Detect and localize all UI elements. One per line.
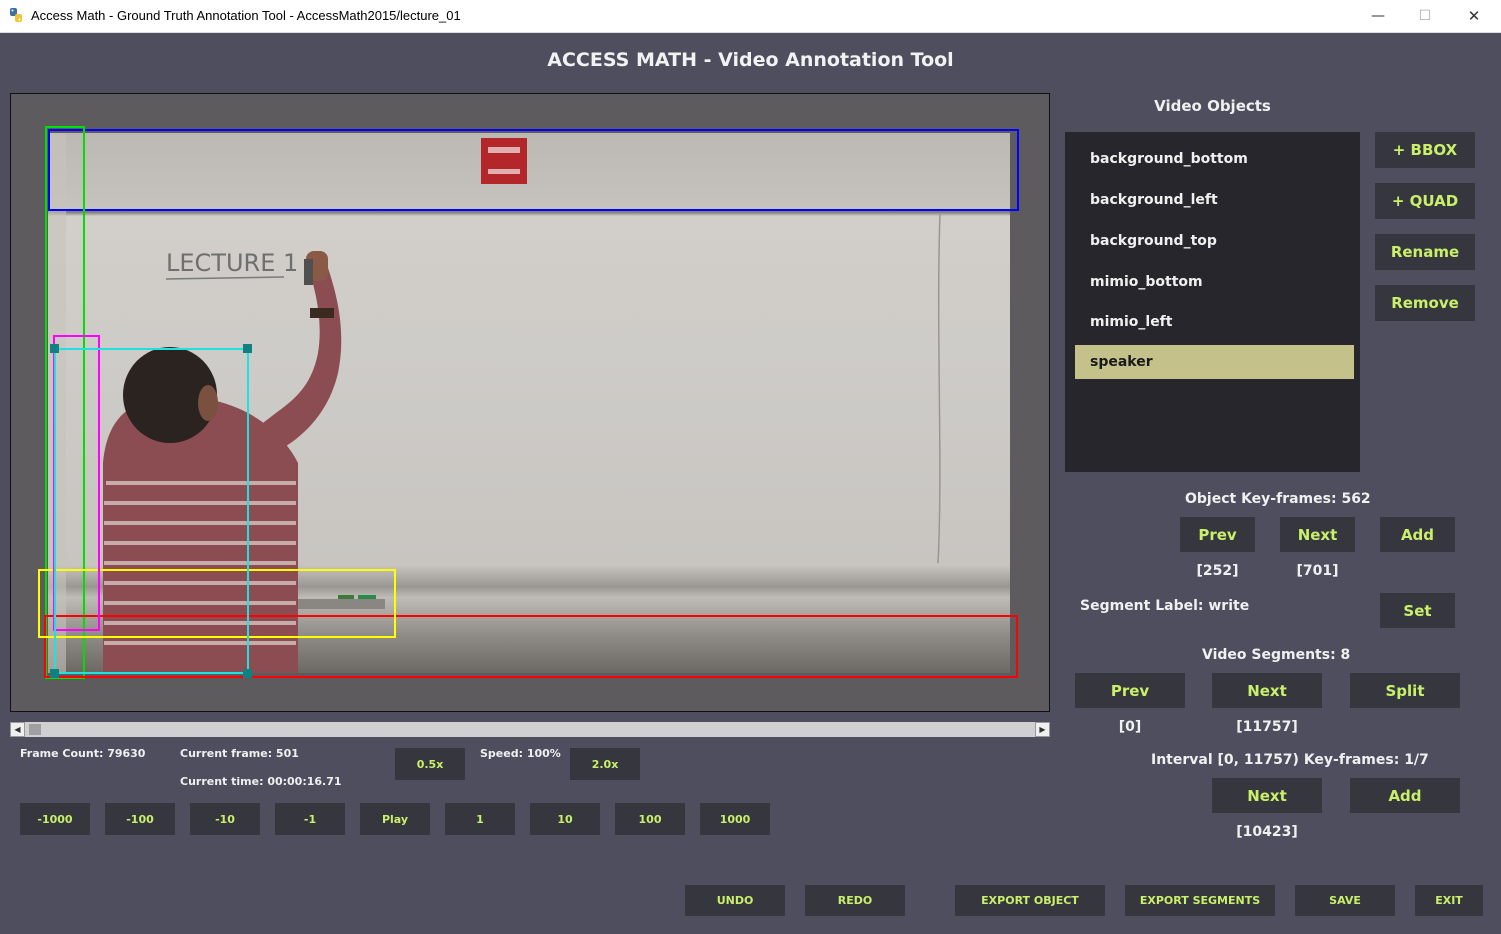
bbox-handle-top-left[interactable] <box>50 344 59 353</box>
close-button[interactable]: ✕ <box>1451 0 1497 31</box>
seek-plus-1-button[interactable]: 1 <box>445 803 515 835</box>
seek-minus-1000-button[interactable]: -1000 <box>20 803 90 835</box>
object-item-mimio-left[interactable]: mimio_left <box>1075 305 1354 339</box>
seek-plus-1000-button[interactable]: 1000 <box>700 803 770 835</box>
maximize-button[interactable]: ☐ <box>1402 0 1448 31</box>
bbox-handle-top-right[interactable] <box>243 344 252 353</box>
rename-button[interactable]: Rename <box>1375 234 1475 270</box>
timeline-scrollbar[interactable]: ◀ ▶ <box>10 722 1050 737</box>
video-segments-label: Video Segments: 8 <box>1202 647 1351 663</box>
export-segments-button[interactable]: EXPORT SEGMENTS <box>1125 885 1275 916</box>
object-item-background-left[interactable]: background_left <box>1075 183 1354 217</box>
object-item-background-bottom[interactable]: background_bottom <box>1075 142 1354 176</box>
interval-next-button[interactable]: Next <box>1212 778 1322 813</box>
window-title: Access Math - Ground Truth Annotation To… <box>31 8 461 23</box>
board-writing: LECTURE 1 <box>166 249 298 277</box>
object-item-mimio-bottom[interactable]: mimio_bottom <box>1075 265 1354 299</box>
seek-plus-10-button[interactable]: 10 <box>530 803 600 835</box>
exit-button[interactable]: EXIT <box>1415 885 1483 916</box>
interval-add-button[interactable]: Add <box>1350 778 1460 813</box>
current-frame-label: Current frame: 501 <box>180 747 299 760</box>
segment-next-value: [11757] <box>1236 719 1298 735</box>
interval-next-value: [10423] <box>1236 824 1298 840</box>
redo-button[interactable]: REDO <box>805 885 905 916</box>
bbox-handle-bottom-left[interactable] <box>50 669 59 678</box>
bbox-handle-bottom-right[interactable] <box>243 669 252 678</box>
seek-plus-100-button[interactable]: 100 <box>615 803 685 835</box>
save-button[interactable]: SAVE <box>1295 885 1395 916</box>
segment-split-button[interactable]: Split <box>1350 673 1460 708</box>
bbox-background-top[interactable] <box>48 129 1019 211</box>
keyframe-add-button[interactable]: Add <box>1380 517 1455 552</box>
speed-label: Speed: 100% <box>480 747 561 760</box>
play-button[interactable]: Play <box>360 803 430 835</box>
export-object-button[interactable]: EXPORT OBJECT <box>955 885 1105 916</box>
scroll-right-arrow-icon[interactable]: ▶ <box>1035 722 1050 737</box>
segment-prev-value: [0] <box>1118 719 1142 735</box>
object-item-background-top[interactable]: background_top <box>1075 224 1354 258</box>
keyframe-prev-button[interactable]: Prev <box>1180 517 1255 552</box>
segment-label-text: Segment Label: write <box>1080 598 1250 614</box>
bbox-speaker[interactable] <box>54 348 249 674</box>
segment-label-set-button[interactable]: Set <box>1380 593 1455 628</box>
remove-button[interactable]: Remove <box>1375 285 1475 321</box>
add-quad-button[interactable]: + QUAD <box>1375 183 1475 219</box>
timeline-thumb[interactable] <box>29 724 41 735</box>
speed-slower-button[interactable]: 0.5x <box>395 748 465 780</box>
object-keyframes-label: Object Key-frames: 562 <box>1185 491 1371 507</box>
add-bbox-button[interactable]: + BBOX <box>1375 132 1475 168</box>
seek-minus-1-button[interactable]: -1 <box>275 803 345 835</box>
undo-button[interactable]: UNDO <box>685 885 785 916</box>
keyframe-prev-value: [252] <box>1196 563 1239 579</box>
interval-keyframes-label: Interval [0, 11757) Key-frames: 1/7 <box>1151 752 1429 768</box>
keyframe-next-button[interactable]: Next <box>1280 517 1355 552</box>
video-objects-title: Video Objects <box>1154 97 1271 115</box>
scroll-left-arrow-icon[interactable]: ◀ <box>10 722 25 737</box>
python-app-icon <box>10 8 22 22</box>
frame-count-label: Frame Count: 79630 <box>20 747 146 760</box>
window-titlebar: Access Math - Ground Truth Annotation To… <box>0 0 1501 33</box>
seek-minus-10-button[interactable]: -10 <box>190 803 260 835</box>
keyframe-next-value: [701] <box>1296 563 1339 579</box>
object-item-speaker[interactable]: speaker <box>1075 345 1354 379</box>
speed-faster-button[interactable]: 2.0x <box>570 748 640 780</box>
current-time-label: Current time: 00:00:16.71 <box>180 775 342 788</box>
app-title: ACCESS MATH - Video Annotation Tool <box>547 49 954 71</box>
seek-minus-100-button[interactable]: -100 <box>105 803 175 835</box>
segment-prev-button[interactable]: Prev <box>1075 673 1185 708</box>
video-objects-list[interactable]: background_bottom background_left backgr… <box>1065 132 1360 472</box>
minimize-button[interactable]: — <box>1355 0 1401 31</box>
segment-next-button[interactable]: Next <box>1212 673 1322 708</box>
